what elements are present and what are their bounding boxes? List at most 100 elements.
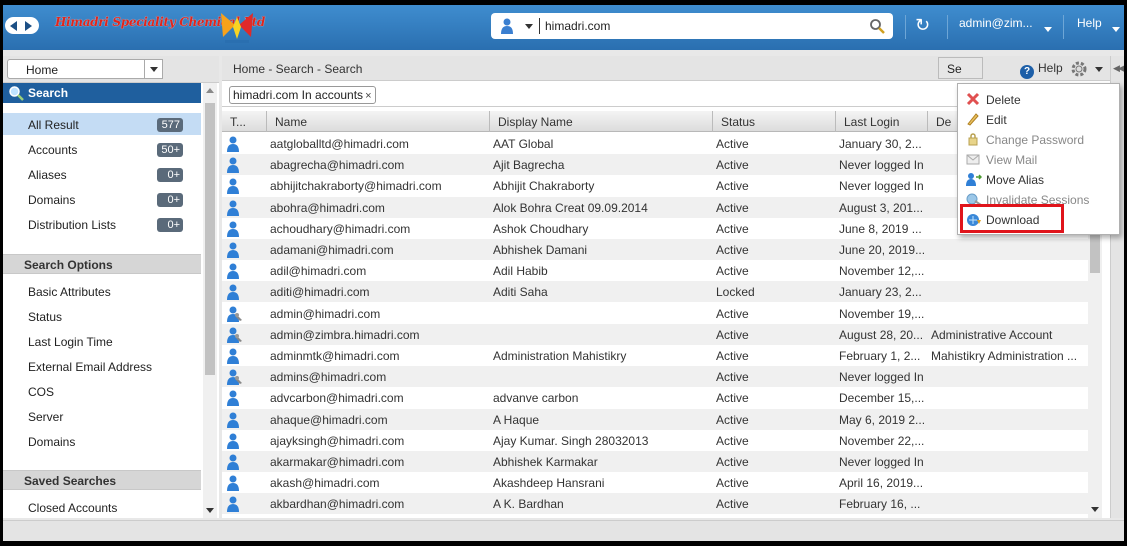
chevron-down-icon[interactable] xyxy=(144,60,162,78)
search-option-status[interactable]: Status xyxy=(3,305,201,327)
left-scrollbar[interactable] xyxy=(203,83,217,518)
search-options-header[interactable]: Search Options xyxy=(3,254,201,274)
user-menu[interactable]: admin@zim... xyxy=(959,16,1033,30)
account-type-icon[interactable] xyxy=(500,18,514,34)
search-button[interactable]: Se xyxy=(938,57,983,79)
menu-item-change-password[interactable]: Change Password xyxy=(958,129,1119,149)
search-option-domains[interactable]: Domains xyxy=(3,430,201,452)
refresh-icon[interactable]: ↻ xyxy=(915,16,930,34)
display-name: Aditi Saha xyxy=(493,285,548,300)
sidebar-item-all-result[interactable]: All Result 577 xyxy=(3,113,201,135)
user-account-icon xyxy=(227,412,239,431)
close-icon[interactable]: × xyxy=(365,90,371,102)
column-header-display-name[interactable]: Display Name xyxy=(490,111,713,132)
table-row[interactable]: admins@himadri.com Active Never logged In xyxy=(222,366,1088,388)
table-row[interactable]: akash@himadri.com Akashdeep Hansrani Activ… xyxy=(222,472,1088,493)
table-row[interactable]: akbardhan@himadri.com A K. Bardhan Active F… xyxy=(222,493,1088,515)
divider xyxy=(905,15,906,39)
search-option-server[interactable]: Server xyxy=(3,405,201,427)
table-row[interactable]: adil@himadri.com Adil Habib Active November… xyxy=(222,260,1088,281)
scroll-down-icon[interactable] xyxy=(1091,507,1099,512)
user-account-icon xyxy=(227,263,239,282)
user-account-icon xyxy=(227,157,239,176)
chevron-down-icon[interactable] xyxy=(1044,27,1052,32)
menu-item-move-alias[interactable]: Move Alias xyxy=(958,169,1119,189)
search-option-label: Basic Attributes xyxy=(28,285,111,299)
table-row[interactable]: advcarbon@himadri.com advanve carbon Activ… xyxy=(222,387,1088,408)
chevron-down-icon[interactable] xyxy=(1095,67,1103,72)
last-login: August 3, 201... xyxy=(839,200,924,215)
last-login: December 15,... xyxy=(839,391,925,406)
account-name: adil@himadri.com xyxy=(270,264,367,279)
search-option-basic-attributes[interactable]: Basic Attributes xyxy=(3,280,201,302)
search-option-label: External Email Address xyxy=(28,360,153,374)
last-login: Never logged In xyxy=(839,370,924,385)
table-row[interactable]: adminmtk@himadri.com Administration Mahis… xyxy=(222,345,1088,366)
help-link[interactable]: ? Help xyxy=(1020,61,1063,79)
help-menu[interactable]: Help xyxy=(1077,16,1102,30)
display-name: Adil Habib xyxy=(493,264,548,279)
chevron-down-icon[interactable] xyxy=(525,24,533,29)
saved-searches-header[interactable]: Saved Searches xyxy=(3,470,201,490)
nav-arrows[interactable] xyxy=(5,17,39,34)
display-name: Alok Bohra Creat 09.09.2014 xyxy=(493,200,648,215)
search-section-header[interactable]: Search xyxy=(3,83,201,103)
global-search-box[interactable] xyxy=(491,13,893,39)
last-login: January 23, 2... xyxy=(839,285,922,300)
scrollbar-thumb[interactable] xyxy=(205,103,215,375)
query-chip[interactable]: himadri.com In accounts × xyxy=(229,86,376,104)
user-account-icon xyxy=(227,242,239,261)
table-row[interactable]: adamani@himadri.com Abhishek Damani Active… xyxy=(222,239,1088,260)
sidebar-item-aliases[interactable]: Aliases 0+ xyxy=(3,163,201,185)
table-row[interactable]: aditi@himadri.com Aditi Saha Locked January… xyxy=(222,281,1088,303)
collapse-icon[interactable]: ◀◀ xyxy=(1113,63,1124,74)
last-login: Never logged In xyxy=(839,455,924,469)
user-account-icon xyxy=(227,284,239,303)
query-bar[interactable]: himadri.com In accounts × xyxy=(222,83,957,107)
scroll-up-icon[interactable] xyxy=(206,88,214,93)
last-login: Never logged In xyxy=(839,158,924,173)
table-row[interactable]: admin@himadri.com Active November 19,... xyxy=(222,303,1088,324)
menu-item-label: Edit xyxy=(986,113,1007,127)
search-option-external-email-address[interactable]: External Email Address xyxy=(3,355,201,377)
sidebar-item-domains[interactable]: Domains 0+ xyxy=(3,188,201,210)
user-account-icon xyxy=(227,200,239,219)
saved-search-closed-accounts[interactable]: Closed Accounts xyxy=(3,496,201,518)
left-navigation-panel: Home Search Search Options Saved Searche… xyxy=(3,56,219,518)
column-header-name[interactable]: Name xyxy=(267,111,490,132)
display-name: Ajit Bagrecha xyxy=(493,158,565,173)
menu-item-edit[interactable]: Edit xyxy=(958,109,1119,129)
back-arrow-icon[interactable] xyxy=(10,21,17,31)
sidebar-item-distribution-lists[interactable]: Distribution Lists 0+ xyxy=(3,213,201,235)
scroll-down-icon[interactable] xyxy=(206,508,214,513)
help-icon[interactable]: ? xyxy=(1020,65,1034,79)
display-name: advanve carbon xyxy=(493,391,579,406)
table-row[interactable]: ahaque@himadri.com A Haque Active May 6, 20… xyxy=(222,408,1088,431)
admin-account-icon xyxy=(227,369,243,388)
account-name: admin@zimbra.himadri.com xyxy=(270,327,420,342)
table-row[interactable]: ajayksingh@himadri.com Ajay Kumar. Singh … xyxy=(222,430,1088,451)
search-option-cos[interactable]: COS xyxy=(3,380,201,402)
gear-icon[interactable] xyxy=(1070,60,1088,78)
home-select[interactable]: Home xyxy=(7,59,163,79)
user-account-icon xyxy=(227,433,239,452)
breadcrumb-bar: Home - Search - Search ? Help xyxy=(222,56,1124,81)
search-option-label: Server xyxy=(28,410,64,424)
help-label: Help xyxy=(1038,61,1063,75)
table-row[interactable]: akarmakar@himadri.com Abhishek Karmakar Ac… xyxy=(222,451,1088,472)
table-row[interactable]: admin@zimbra.himadri.com Active August 28,… xyxy=(222,323,1088,345)
search-option-last-login-time[interactable]: Last Login Time xyxy=(3,330,201,352)
search-icon[interactable] xyxy=(869,18,885,34)
menu-item-delete[interactable]: Delete xyxy=(958,89,1119,109)
column-header-status[interactable]: Status xyxy=(713,111,836,132)
search-input[interactable] xyxy=(545,17,845,35)
column-header-t[interactable]: T... xyxy=(222,111,267,132)
column-header-last-login[interactable]: Last Login xyxy=(836,111,928,132)
delete-x-icon xyxy=(966,92,980,109)
menu-item-view-mail[interactable]: View Mail xyxy=(958,149,1119,169)
sidebar-item-accounts[interactable]: Accounts 50+ xyxy=(3,138,201,160)
last-login: Never logged In xyxy=(839,179,924,194)
forward-arrow-icon[interactable] xyxy=(25,21,32,31)
search-icon xyxy=(9,86,24,101)
chevron-down-icon[interactable] xyxy=(1112,27,1120,32)
